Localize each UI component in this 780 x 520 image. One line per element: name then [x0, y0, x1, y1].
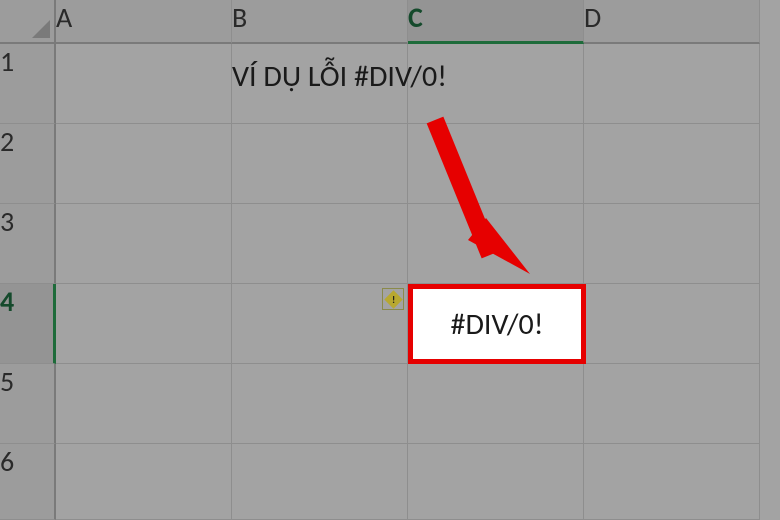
cell-c5[interactable] — [408, 364, 584, 444]
row-header-5[interactable]: 5 — [0, 364, 56, 444]
cell-a3[interactable] — [56, 204, 232, 284]
warning-icon — [384, 290, 402, 308]
cell-c6[interactable] — [408, 444, 584, 520]
cell-b2[interactable] — [232, 124, 408, 204]
column-header-a[interactable]: A — [56, 0, 232, 44]
cell-b3[interactable] — [232, 204, 408, 284]
selected-cell-highlight[interactable]: #DIV/0! — [408, 284, 586, 364]
cell-d6[interactable] — [584, 444, 760, 520]
cell-d2[interactable] — [584, 124, 760, 204]
cell-c2[interactable] — [408, 124, 584, 204]
error-smart-tag[interactable] — [382, 288, 404, 310]
row-header-3[interactable]: 3 — [0, 204, 56, 284]
column-header-b[interactable]: B — [232, 0, 408, 44]
cell-d5[interactable] — [584, 364, 760, 444]
row-header-2[interactable]: 2 — [0, 124, 56, 204]
error-value-text: #DIV/0! — [451, 306, 544, 343]
cell-a5[interactable] — [56, 364, 232, 444]
cell-b6[interactable] — [232, 444, 408, 520]
title-text: VÍ DỤ LỖI #DIV/0! — [232, 58, 447, 95]
cell-a6[interactable] — [56, 444, 232, 520]
row-header-1[interactable]: 1 — [0, 44, 56, 124]
cell-b5[interactable] — [232, 364, 408, 444]
cell-d4[interactable] — [584, 284, 760, 364]
row-header-6[interactable]: 6 — [0, 444, 56, 520]
cell-d1[interactable] — [584, 44, 760, 124]
column-header-d[interactable]: D — [584, 0, 760, 44]
cell-c3[interactable] — [408, 204, 584, 284]
cell-a4[interactable] — [56, 284, 232, 364]
select-all-corner[interactable] — [0, 0, 56, 44]
cell-a2[interactable] — [56, 124, 232, 204]
column-header-c[interactable]: C — [408, 0, 584, 44]
cell-d3[interactable] — [584, 204, 760, 284]
row-header-4[interactable]: 4 — [0, 284, 56, 364]
cell-a1[interactable] — [56, 44, 232, 124]
